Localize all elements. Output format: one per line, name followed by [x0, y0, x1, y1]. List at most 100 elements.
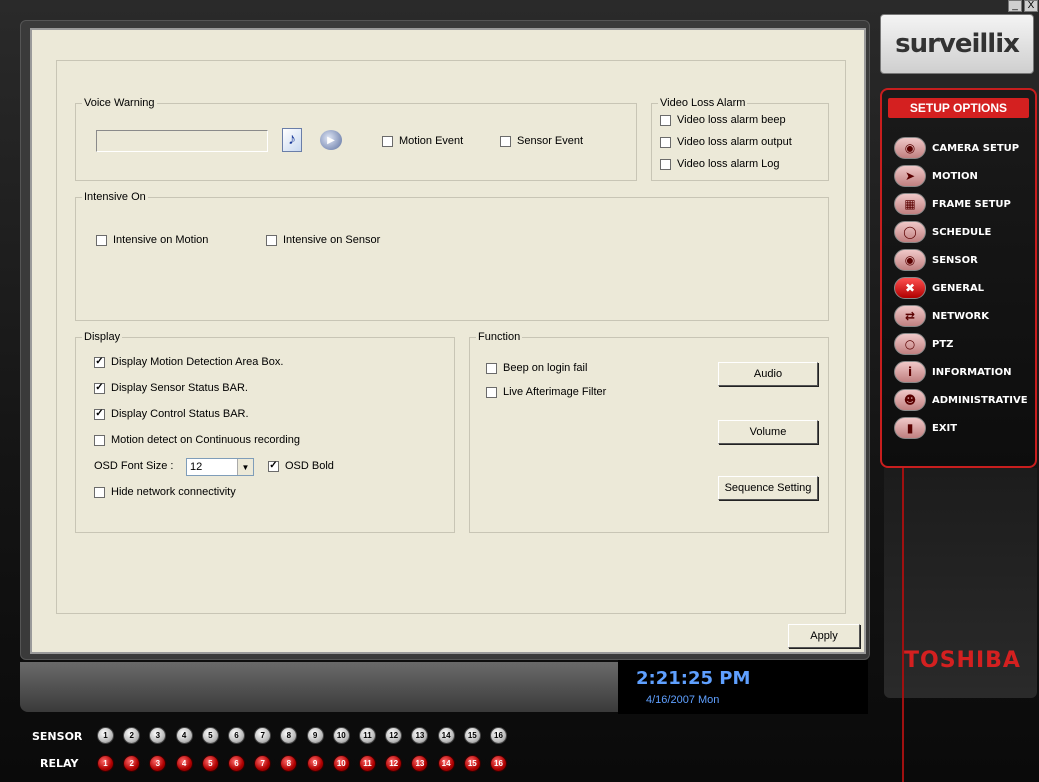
video-loss-beep-checkbox[interactable]: Video loss alarm beep: [660, 114, 786, 126]
sensor-indicator[interactable]: 14: [437, 727, 455, 744]
sensor-indicator[interactable]: 4: [175, 727, 193, 744]
motion-continuous-checkbox[interactable]: Motion detect on Continuous recording: [94, 434, 300, 446]
display-control-bar-checkbox[interactable]: ✓ Display Control Status BAR.: [94, 408, 249, 420]
osd-font-size-value: 12: [190, 461, 203, 473]
clock-date: 4/16/2007 Mon: [646, 694, 720, 706]
hide-network-label: Hide network connectivity: [111, 486, 236, 498]
relay-indicator[interactable]: 4: [175, 755, 193, 772]
sensor-indicator[interactable]: 10: [332, 727, 350, 744]
clock-time: 2:21:25 PM: [636, 668, 751, 689]
film-frame-icon: ▦: [894, 193, 926, 215]
relay-indicator[interactable]: 6: [228, 755, 245, 772]
sensor-icon: ◉: [894, 249, 926, 271]
menu-item-sensor[interactable]: ◉ SENSOR: [894, 248, 978, 272]
checkbox-box: ✓: [94, 408, 105, 420]
relay-indicator[interactable]: 11: [359, 755, 376, 772]
close-button[interactable]: X: [1024, 0, 1038, 12]
osd-bold-checkbox[interactable]: ✓ OSD Bold: [268, 460, 334, 472]
menu-item-ptz[interactable]: ○ PTZ: [894, 332, 953, 356]
sensor-indicator[interactable]: 6: [228, 727, 245, 744]
setup-options-menu: SETUP OPTIONS ◉ CAMERA SETUP ➤ MOTION ▦ …: [880, 88, 1037, 468]
motion-event-checkbox[interactable]: Motion Event: [382, 135, 463, 147]
video-loss-log-label: Video loss alarm Log: [677, 158, 780, 170]
sensor-indicator[interactable]: 5: [201, 727, 219, 744]
relay-row-label: RELAY: [40, 757, 79, 770]
sensor-indicator[interactable]: 15: [463, 727, 481, 744]
menu-item-exit[interactable]: ▮ EXIT: [894, 416, 957, 440]
display-sensor-bar-label: Display Sensor Status BAR.: [111, 382, 248, 394]
minimize-button[interactable]: _: [1008, 0, 1022, 12]
beep-login-fail-checkbox[interactable]: Beep on login fail: [486, 362, 587, 374]
voice-file-input[interactable]: [96, 130, 268, 152]
menu-item-frame-setup[interactable]: ▦ FRAME SETUP: [894, 192, 1011, 216]
intensive-sensor-checkbox[interactable]: Intensive on Sensor: [266, 234, 380, 246]
apply-button[interactable]: Apply: [788, 624, 860, 648]
menu-item-motion[interactable]: ➤ MOTION: [894, 164, 978, 188]
video-loss-output-checkbox[interactable]: Video loss alarm output: [660, 136, 792, 148]
intensive-on-group: Intensive On Intensive on Motion Intensi…: [75, 191, 829, 321]
voice-warning-group: Voice Warning ♪ ▶ Motion Event Sensor Ev…: [75, 97, 637, 181]
intensive-on-legend: Intensive On: [82, 191, 148, 203]
motion-continuous-label: Motion detect on Continuous recording: [111, 434, 300, 446]
function-group: Function Beep on login fail Live Afterim…: [469, 331, 829, 533]
chevron-down-icon[interactable]: ▼: [237, 459, 253, 475]
relay-indicator[interactable]: 9: [306, 755, 324, 772]
video-loss-output-label: Video loss alarm output: [677, 136, 792, 148]
checkbox-box: ✓: [94, 356, 105, 368]
relay-indicator[interactable]: 16: [490, 755, 507, 772]
sensor-indicator[interactable]: 16: [490, 727, 507, 744]
menu-item-label: SCHEDULE: [932, 226, 992, 238]
sensor-row-label: SENSOR: [32, 730, 83, 743]
sensor-indicator[interactable]: 1: [97, 727, 114, 744]
menu-item-information[interactable]: i INFORMATION: [894, 360, 1011, 384]
menu-item-label: INFORMATION: [932, 366, 1012, 378]
checkbox-box: [94, 434, 105, 446]
speaker-play-icon[interactable]: ▶: [320, 130, 342, 150]
sensor-indicator[interactable]: 9: [306, 727, 324, 744]
toshiba-logo: TOSHIBA: [904, 648, 1021, 673]
sensor-indicator[interactable]: 11: [359, 727, 376, 744]
display-sensor-bar-checkbox[interactable]: ✓ Display Sensor Status BAR.: [94, 382, 248, 394]
menu-item-administrative[interactable]: ☻ ADMINISTRATIVE: [894, 388, 1028, 412]
menu-item-camera-setup[interactable]: ◉ CAMERA SETUP: [894, 136, 1019, 160]
menu-item-label: NETWORK: [932, 310, 990, 322]
intensive-sensor-label: Intensive on Sensor: [283, 234, 381, 246]
display-legend: Display: [82, 331, 123, 343]
function-legend: Function: [476, 331, 523, 343]
intensive-motion-checkbox[interactable]: Intensive on Motion: [96, 234, 208, 246]
voice-warning-legend: Voice Warning: [82, 97, 157, 109]
audio-button[interactable]: Audio: [718, 362, 818, 386]
music-file-icon[interactable]: ♪: [282, 128, 302, 152]
menu-item-general[interactable]: ✖ GENERAL: [894, 276, 984, 300]
sensor-event-checkbox[interactable]: Sensor Event: [500, 135, 583, 147]
osd-font-size-select[interactable]: 12 ▼: [186, 458, 254, 476]
menu-item-label: SENSOR: [932, 254, 978, 266]
video-loss-legend: Video Loss Alarm: [658, 97, 748, 109]
checkbox-box: [486, 362, 497, 374]
afterimage-filter-checkbox[interactable]: Live Afterimage Filter: [486, 386, 606, 398]
display-motion-box-checkbox[interactable]: ✓ Display Motion Detection Area Box.: [94, 356, 283, 368]
menu-item-schedule[interactable]: ◯ SCHEDULE: [894, 220, 991, 244]
settings-inner-frame: Voice Warning ♪ ▶ Motion Event Sensor Ev…: [56, 60, 846, 614]
relay-indicator[interactable]: 15: [463, 755, 481, 772]
running-man-icon: ➤: [894, 165, 926, 187]
display-motion-box-label: Display Motion Detection Area Box.: [111, 356, 284, 368]
menu-item-network[interactable]: ⇄ NETWORK: [894, 304, 989, 328]
sensor-event-label: Sensor Event: [517, 135, 584, 147]
ptz-icon: ○: [894, 333, 926, 355]
intensive-motion-label: Intensive on Motion: [113, 234, 209, 246]
sequence-setting-button[interactable]: Sequence Setting: [718, 476, 818, 500]
relay-indicator[interactable]: 14: [437, 755, 455, 772]
video-loss-log-checkbox[interactable]: Video loss alarm Log: [660, 158, 780, 170]
relay-indicator[interactable]: 10: [332, 755, 350, 772]
relay-indicator[interactable]: 5: [201, 755, 219, 772]
volume-button[interactable]: Volume: [718, 420, 818, 444]
menu-item-label: PTZ: [932, 338, 954, 350]
exit-icon: ▮: [894, 417, 926, 439]
menu-item-label: ADMINISTRATIVE: [932, 394, 1028, 406]
menu-item-label: FRAME SETUP: [932, 198, 1011, 210]
checkbox-box: [486, 386, 497, 398]
checkbox-box: [660, 114, 671, 126]
hide-network-checkbox[interactable]: Hide network connectivity: [94, 486, 236, 498]
relay-indicator[interactable]: 1: [97, 755, 114, 772]
